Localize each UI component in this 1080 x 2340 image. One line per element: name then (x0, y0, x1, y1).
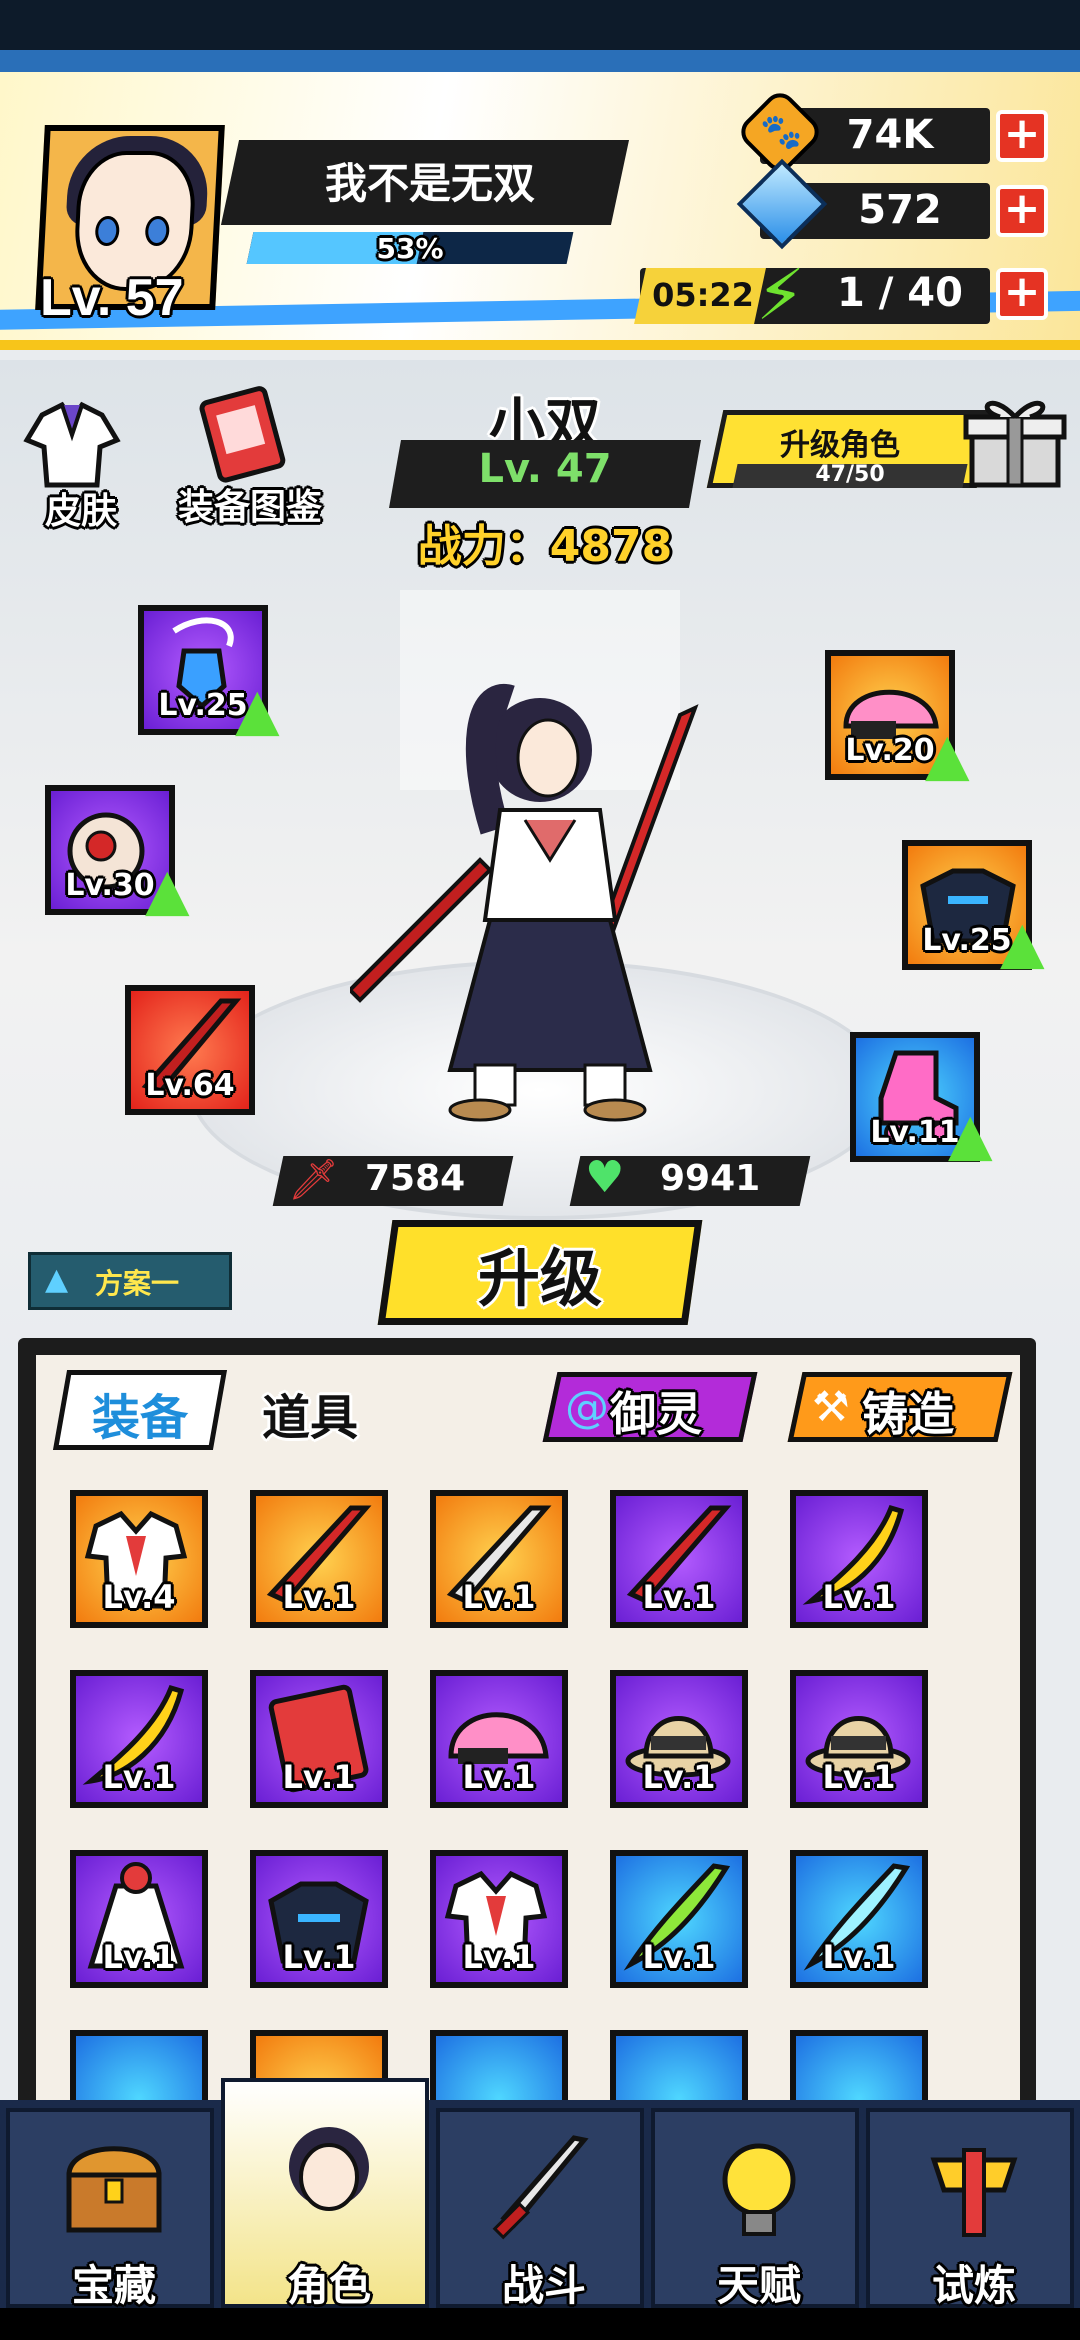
inventory-item[interactable]: Lv.1 (430, 1670, 568, 1808)
character-level: Lv. 47 (478, 446, 612, 492)
item-level: Lv.1 (282, 1578, 356, 1616)
inventory-item[interactable]: Lv.1 (610, 1490, 748, 1628)
hp-value: 9941 (660, 1158, 761, 1199)
skin-button[interactable] (22, 395, 122, 495)
heart-icon: ♥ (585, 1152, 625, 1203)
item-level: Lv.1 (822, 1758, 896, 1796)
upgrade-arrow-icon: ▲ (925, 720, 970, 788)
inventory-item[interactable]: Lv.1 (250, 1490, 388, 1628)
level-up-label: 升级 (477, 1242, 602, 1315)
inventory-item[interactable]: Lv.4 (70, 1490, 208, 1628)
energy-value: 1 / 40 (837, 270, 963, 316)
equipment-grid: Lv.4 Lv.1 Lv.1 Lv.1 Lv.1 Lv.1 Lv.1 Lv.1 Lv.1 Lv.1… (70, 1490, 1000, 2140)
inventory-item[interactable]: Lv.1 (70, 1850, 208, 1988)
paw-value: 74K (846, 112, 934, 158)
item-level: Lv.1 (282, 1758, 356, 1796)
item-level: Lv.1 (462, 1938, 536, 1976)
nav-label: 试炼 (931, 2261, 1016, 2310)
system-nav-strip (0, 2308, 1080, 2340)
swirl-icon: @ (565, 1382, 609, 1433)
item-level: Lv.1 (822, 1578, 896, 1616)
book-icon (199, 386, 286, 483)
combat-power: 战力：4878 (417, 521, 673, 572)
nav-label: 天赋 (716, 2261, 801, 2310)
treasure-chest-icon (66, 2146, 162, 2233)
add-diamond-button[interactable]: + (996, 185, 1048, 237)
player-name: 我不是无双 (324, 159, 535, 208)
inventory-item[interactable]: Lv.1 (790, 1490, 928, 1628)
forge-label: 铸造 (862, 1387, 954, 1441)
upgrade-arrow-icon: ▲ (145, 855, 190, 923)
upgrade-role-label: 升级角色 (780, 428, 900, 463)
player-level: Lv. 57 (40, 269, 184, 327)
nav-label: 战斗 (501, 2261, 586, 2310)
nav-tab-1[interactable]: 角色 (221, 2078, 429, 2310)
upgrade-arrow-icon: ▲ (235, 675, 280, 743)
plan-label: 方案一 (95, 1267, 180, 1300)
attack-value: 7584 (365, 1158, 466, 1199)
inventory-item[interactable]: Lv.1 (790, 1670, 928, 1808)
item-level: Lv.1 (642, 1938, 716, 1976)
item-level: Lv.1 (462, 1758, 536, 1796)
nav-tab-4[interactable]: 试炼 (866, 2108, 1074, 2310)
item-level: Lv.1 (462, 1578, 536, 1616)
character-sprite (350, 684, 699, 1122)
shirt-icon (23, 401, 121, 488)
equip-slot-weapon[interactable]: Lv.64 (125, 985, 255, 1115)
add-paw-button[interactable]: + (996, 110, 1048, 162)
sword-icon (492, 2135, 589, 2240)
item-level: Lv.1 (282, 1938, 356, 1976)
nav-label: 角色 (286, 2261, 371, 2310)
upgrade-arrow-icon: ▲ (948, 1100, 993, 1168)
item-level: Lv.1 (642, 1578, 716, 1616)
inventory-item[interactable]: Lv.1 (610, 1670, 748, 1808)
energy-timer: 05:22 (652, 276, 754, 314)
item-level: Lv.1 (642, 1758, 716, 1796)
upgrade-role-count: 47/50 (815, 462, 885, 487)
inventory-item[interactable]: Lv.1 (790, 1850, 928, 1988)
spirit-label: 御灵 (610, 1387, 702, 1441)
item-level: Lv.1 (102, 1758, 176, 1796)
inventory-item[interactable]: Lv.1 (430, 1850, 568, 1988)
inventory-item[interactable]: Lv.1 (430, 1490, 568, 1628)
trophy-sword-icon (930, 2148, 1018, 2237)
nav-tab-0[interactable]: 宝藏 (6, 2108, 214, 2310)
lightbulb-icon (722, 2143, 796, 2236)
item-level: Lv.4 (102, 1578, 176, 1616)
inventory-item[interactable]: Lv.1 (610, 1850, 748, 1988)
character-icon (289, 2127, 369, 2211)
item-level: Lv.1 (102, 1938, 176, 1976)
codex-label: 装备图鉴 (178, 487, 323, 528)
triangle-icon: ▲ (45, 1262, 69, 1297)
nav-tab-3[interactable]: 天赋 (651, 2108, 859, 2310)
slot-level: Lv.64 (145, 1068, 235, 1103)
attack-icon: 🗡 (288, 1157, 339, 1203)
inventory-item[interactable]: Lv.1 (250, 1850, 388, 1988)
codex-button[interactable] (190, 385, 290, 485)
nav-tab-2[interactable]: 战斗 (436, 2108, 644, 2310)
diamond-value: 572 (858, 187, 942, 233)
inventory-item[interactable]: Lv.1 (70, 1670, 208, 1808)
paw-glyph: 🐾 (760, 112, 803, 152)
nav-label: 宝藏 (71, 2261, 156, 2310)
hammer-icon: ⚒ (812, 1382, 850, 1431)
item-level: Lv.1 (822, 1938, 896, 1976)
upgrade-arrow-icon: ▲ (1000, 908, 1045, 976)
inventory-item[interactable]: Lv.1 (250, 1670, 388, 1808)
gift-box-icon[interactable] (960, 385, 1070, 495)
tab-items[interactable]: 道具 (262, 1378, 358, 1448)
lightning-icon: ⚡ (756, 254, 806, 336)
add-energy-button[interactable]: + (996, 268, 1048, 320)
skin-label: 皮肤 (45, 491, 118, 532)
tab-equipment-label: 装备 (91, 1390, 188, 1446)
exp-percent: 53% (376, 232, 444, 265)
